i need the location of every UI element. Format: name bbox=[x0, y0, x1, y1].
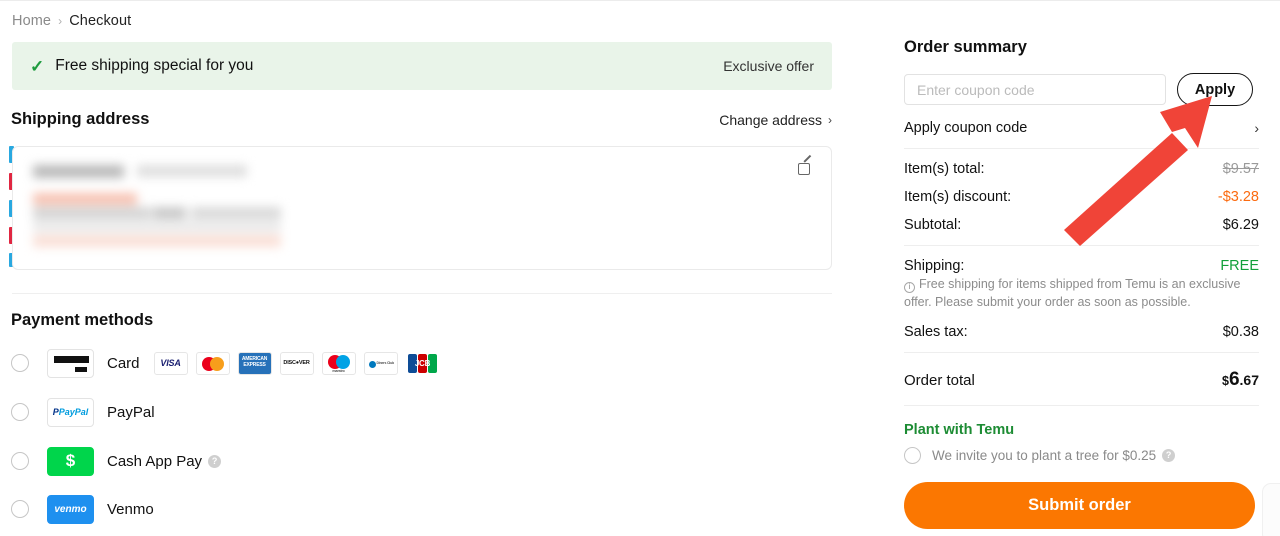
paypal-icon: P PayPal bbox=[47, 397, 94, 427]
plant-a-tree-label: We invite you to plant a tree for $0.25 bbox=[932, 447, 1157, 463]
jcb-icon: JCB bbox=[405, 351, 440, 375]
apply-button[interactable]: Apply bbox=[1177, 73, 1253, 106]
diners-club-icon: Diners Club bbox=[363, 351, 398, 375]
breadcrumb: Home › Checkout bbox=[12, 13, 131, 29]
payment-option-card[interactable]: Card VISA AMERICAN EXPRESS DISC●VER maes… bbox=[11, 348, 440, 378]
mastercard-icon bbox=[195, 351, 230, 375]
order-total-currency: $ bbox=[1222, 373, 1229, 388]
radio-card[interactable] bbox=[11, 354, 29, 372]
card-brand-list: VISA AMERICAN EXPRESS DISC●VER maestro D… bbox=[153, 351, 440, 375]
payment-option-paypal[interactable]: P PayPal PayPal bbox=[11, 397, 155, 427]
coupon-row: Apply bbox=[904, 73, 1259, 106]
summary-line-shipping: Shipping: FREE bbox=[904, 258, 1259, 274]
visa-text: VISA bbox=[160, 358, 181, 368]
shipping-value: FREE bbox=[1220, 258, 1259, 274]
checkout-main-column: Home › Checkout ✓ Free shipping special … bbox=[0, 0, 860, 536]
jcb-text: JCB bbox=[414, 358, 431, 368]
venmo-icon: venmo bbox=[47, 494, 94, 524]
summary-divider-3 bbox=[904, 351, 1259, 353]
summary-divider-4 bbox=[904, 404, 1259, 406]
submit-order-button[interactable]: Submit order bbox=[904, 481, 1255, 529]
shipping-note-text: Free shipping for items shipped from Tem… bbox=[904, 277, 1241, 309]
breadcrumb-separator-icon: › bbox=[58, 14, 63, 28]
plant-help-icon[interactable]: ? bbox=[1162, 448, 1176, 462]
offscreen-panel-edge bbox=[1262, 483, 1280, 536]
summary-line-sales-tax: Sales tax: $0.38 bbox=[904, 324, 1259, 340]
venmo-text: venmo bbox=[54, 503, 87, 515]
summary-divider-2 bbox=[904, 245, 1259, 246]
cash-app-glyph: $ bbox=[65, 451, 76, 470]
banner-text: Free shipping special for you bbox=[55, 57, 254, 74]
items-total-label: Item(s) total: bbox=[904, 161, 985, 177]
sales-tax-label: Sales tax: bbox=[904, 323, 968, 340]
maestro-icon: maestro bbox=[321, 351, 356, 375]
payment-label-cashapp: Cash App Pay bbox=[107, 452, 203, 470]
order-total-cents: .67 bbox=[1239, 371, 1259, 388]
redacted-address-text bbox=[33, 159, 303, 257]
checkout-page: Home › Checkout ✓ Free shipping special … bbox=[0, 0, 1280, 536]
items-discount-label: Item(s) discount: bbox=[904, 189, 1012, 205]
info-icon: i bbox=[904, 281, 915, 293]
radio-plant-tree[interactable] bbox=[904, 446, 921, 464]
radio-cashapp[interactable] bbox=[11, 452, 29, 470]
amex-text: AMERICAN EXPRESS bbox=[241, 356, 268, 368]
subtotal-value: $6.29 bbox=[1222, 217, 1259, 233]
items-total-value: $9.57 bbox=[1222, 161, 1259, 177]
payment-methods-title: Payment methods bbox=[11, 311, 154, 329]
payment-label-paypal: PayPal bbox=[107, 403, 155, 421]
generic-card-icon bbox=[47, 348, 94, 378]
chevron-right-icon: › bbox=[1254, 120, 1259, 136]
amex-icon: AMERICAN EXPRESS bbox=[237, 351, 272, 375]
plant-with-temu-title: Plant with Temu bbox=[904, 421, 1015, 438]
summary-line-subtotal: Subtotal: $6.29 bbox=[904, 217, 1259, 233]
order-total-value: $6.67 bbox=[1222, 369, 1259, 391]
order-total-whole: 6 bbox=[1228, 368, 1240, 390]
maestro-text: maestro bbox=[332, 368, 345, 373]
summary-divider-1 bbox=[904, 148, 1259, 149]
change-address-link[interactable]: Change address › bbox=[719, 112, 832, 128]
payment-option-venmo[interactable]: venmo Venmo bbox=[11, 494, 154, 524]
chevron-right-icon: › bbox=[828, 113, 832, 127]
order-total-row: Order total $6.67 bbox=[904, 369, 1259, 391]
breadcrumb-checkout: Checkout bbox=[69, 13, 132, 29]
apply-coupon-code-link[interactable]: Apply coupon code › bbox=[904, 120, 1259, 136]
edit-address-icon[interactable] bbox=[798, 154, 813, 175]
payment-label-card: Card bbox=[107, 354, 140, 372]
order-summary-panel: Order summary Apply Apply coupon code › … bbox=[885, 0, 1280, 536]
radio-paypal[interactable] bbox=[11, 403, 29, 421]
order-summary-title: Order summary bbox=[904, 38, 1027, 56]
discover-icon: DISC●VER bbox=[279, 351, 314, 375]
plant-a-tree-option[interactable]: We invite you to plant a tree for $0.25 … bbox=[904, 446, 1259, 464]
free-shipping-banner: ✓ Free shipping special for you Exclusiv… bbox=[12, 42, 832, 90]
apply-coupon-code-label: Apply coupon code bbox=[904, 120, 1028, 136]
subtotal-label: Subtotal: bbox=[904, 217, 962, 233]
cashapp-help-icon[interactable]: ? bbox=[208, 454, 222, 468]
payment-option-cashapp[interactable]: $ Cash App Pay ? bbox=[11, 446, 222, 476]
exclusive-offer-label: Exclusive offer bbox=[723, 58, 814, 74]
order-total-label: Order total bbox=[904, 371, 975, 389]
section-divider bbox=[12, 293, 832, 294]
shipping-note: i Free shipping for items shipped from Te… bbox=[904, 276, 1259, 312]
summary-line-items-total: Item(s) total: $9.57 bbox=[904, 161, 1259, 177]
items-discount-value: -$3.28 bbox=[1217, 189, 1259, 205]
diners-text: Diners Club bbox=[376, 360, 395, 365]
sales-tax-value: $0.38 bbox=[1222, 323, 1259, 340]
shipping-address-card[interactable] bbox=[12, 146, 832, 270]
check-icon: ✓ bbox=[30, 56, 45, 76]
shipping-label: Shipping: bbox=[904, 258, 965, 274]
radio-venmo[interactable] bbox=[11, 500, 29, 518]
shipping-address-title: Shipping address bbox=[11, 110, 150, 128]
visa-icon: VISA bbox=[153, 351, 188, 375]
discover-text: DISC●VER bbox=[283, 360, 310, 366]
coupon-input[interactable] bbox=[904, 74, 1166, 105]
breadcrumb-home[interactable]: Home bbox=[12, 13, 51, 29]
payment-label-venmo: Venmo bbox=[107, 500, 154, 518]
cash-app-icon: $ bbox=[47, 446, 94, 476]
summary-line-items-discount: Item(s) discount: -$3.28 bbox=[904, 189, 1259, 205]
change-address-label: Change address bbox=[719, 112, 822, 128]
